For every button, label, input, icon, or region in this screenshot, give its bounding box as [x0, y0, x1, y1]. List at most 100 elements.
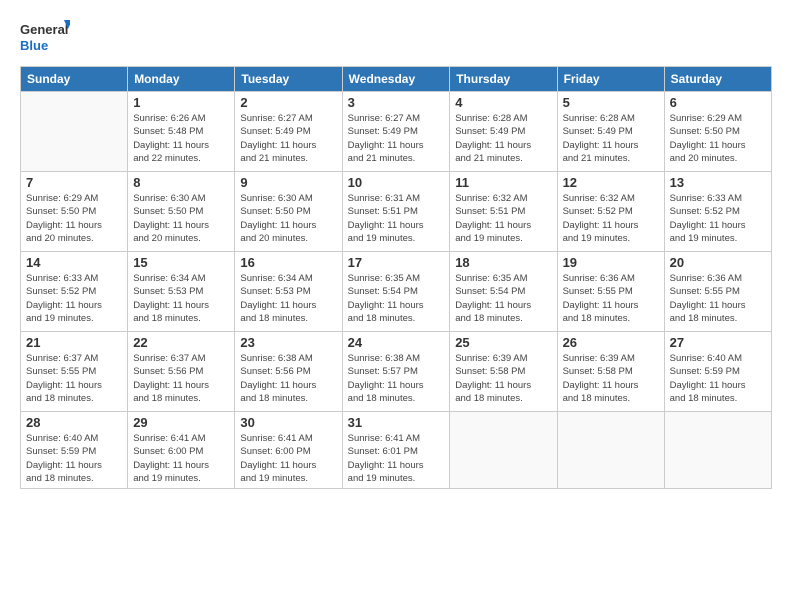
day-number: 29: [133, 415, 229, 430]
calendar-cell: 12 Sunrise: 6:32 AMSunset: 5:52 PMDayligh…: [557, 172, 664, 252]
day-info: Sunrise: 6:28 AMSunset: 5:49 PMDaylight:…: [455, 112, 551, 165]
calendar-cell: 17 Sunrise: 6:35 AMSunset: 5:54 PMDayligh…: [342, 252, 450, 332]
calendar-cell: 31 Sunrise: 6:41 AMSunset: 6:01 PMDayligh…: [342, 412, 450, 489]
day-info: Sunrise: 6:40 AMSunset: 5:59 PMDaylight:…: [26, 432, 122, 485]
day-info: Sunrise: 6:37 AMSunset: 5:56 PMDaylight:…: [133, 352, 229, 405]
calendar-cell: 2Sunrise: 6:27 AMSunset: 5:49 PMDaylight…: [235, 92, 342, 172]
logo-svg: General Blue: [20, 16, 70, 58]
day-number: 31: [348, 415, 445, 430]
day-number: 11: [455, 175, 551, 190]
day-info: Sunrise: 6:27 AMSunset: 5:49 PMDaylight:…: [348, 112, 445, 165]
day-info: Sunrise: 6:38 AMSunset: 5:56 PMDaylight:…: [240, 352, 336, 405]
day-info: Sunrise: 6:28 AMSunset: 5:49 PMDaylight:…: [563, 112, 659, 165]
calendar-cell: 29 Sunrise: 6:41 AMSunset: 6:00 PMDayligh…: [128, 412, 235, 489]
calendar-cell: 5 Sunrise: 6:28 AMSunset: 5:49 PMDaylight…: [557, 92, 664, 172]
calendar-cell: 8 Sunrise: 6:30 AMSunset: 5:50 PMDaylight…: [128, 172, 235, 252]
header-friday: Friday: [557, 67, 664, 92]
calendar-cell: 15 Sunrise: 6:34 AMSunset: 5:53 PMDayligh…: [128, 252, 235, 332]
day-number: 7: [26, 175, 122, 190]
svg-text:Blue: Blue: [20, 38, 48, 53]
day-info: Sunrise: 6:30 AMSunset: 5:50 PMDaylight:…: [133, 192, 229, 245]
day-number: 30: [240, 415, 336, 430]
day-info: Sunrise: 6:34 AMSunset: 5:53 PMDaylight:…: [133, 272, 229, 325]
day-info: Sunrise: 6:33 AMSunset: 5:52 PMDaylight:…: [670, 192, 766, 245]
week-row-1: 1Sunrise: 6:26 AMSunset: 5:48 PMDaylight…: [21, 92, 772, 172]
day-number: 16: [240, 255, 336, 270]
week-row-4: 21Sunrise: 6:37 AMSunset: 5:55 PMDayligh…: [21, 332, 772, 412]
calendar-cell: 30 Sunrise: 6:41 AMSunset: 6:00 PMDayligh…: [235, 412, 342, 489]
calendar-cell: 28 Sunrise: 6:40 AMSunset: 5:59 PMDayligh…: [21, 412, 128, 489]
header-sunday: Sunday: [21, 67, 128, 92]
calendar-cell: [664, 412, 771, 489]
calendar-cell: 23 Sunrise: 6:38 AMSunset: 5:56 PMDayligh…: [235, 332, 342, 412]
calendar-cell: [450, 412, 557, 489]
header-monday: Monday: [128, 67, 235, 92]
calendar-cell: 20Sunrise: 6:36 AMSunset: 5:55 PMDayligh…: [664, 252, 771, 332]
day-info: Sunrise: 6:41 AMSunset: 6:00 PMDaylight:…: [240, 432, 336, 485]
header-thursday: Thursday: [450, 67, 557, 92]
day-number: 22: [133, 335, 229, 350]
day-number: 9: [240, 175, 336, 190]
day-number: 28: [26, 415, 122, 430]
calendar-cell: 24Sunrise: 6:38 AMSunset: 5:57 PMDayligh…: [342, 332, 450, 412]
logo: General Blue: [20, 16, 70, 58]
calendar-cell: 4Sunrise: 6:28 AMSunset: 5:49 PMDaylight…: [450, 92, 557, 172]
day-number: 8: [133, 175, 229, 190]
day-number: 26: [563, 335, 659, 350]
calendar-header-row: SundayMondayTuesdayWednesdayThursdayFrid…: [21, 67, 772, 92]
day-info: Sunrise: 6:32 AMSunset: 5:52 PMDaylight:…: [563, 192, 659, 245]
day-number: 3: [348, 95, 445, 110]
calendar-cell: 21Sunrise: 6:37 AMSunset: 5:55 PMDayligh…: [21, 332, 128, 412]
calendar-cell: [557, 412, 664, 489]
day-info: Sunrise: 6:34 AMSunset: 5:53 PMDaylight:…: [240, 272, 336, 325]
calendar-cell: 3 Sunrise: 6:27 AMSunset: 5:49 PMDaylight…: [342, 92, 450, 172]
day-number: 12: [563, 175, 659, 190]
day-number: 23: [240, 335, 336, 350]
calendar-cell: 1Sunrise: 6:26 AMSunset: 5:48 PMDaylight…: [128, 92, 235, 172]
day-info: Sunrise: 6:41 AMSunset: 6:01 PMDaylight:…: [348, 432, 445, 485]
header-tuesday: Tuesday: [235, 67, 342, 92]
day-number: 5: [563, 95, 659, 110]
day-number: 1: [133, 95, 229, 110]
day-number: 17: [348, 255, 445, 270]
day-info: Sunrise: 6:39 AMSunset: 5:58 PMDaylight:…: [563, 352, 659, 405]
day-info: Sunrise: 6:30 AMSunset: 5:50 PMDaylight:…: [240, 192, 336, 245]
day-info: Sunrise: 6:29 AMSunset: 5:50 PMDaylight:…: [670, 112, 766, 165]
calendar-cell: 22 Sunrise: 6:37 AMSunset: 5:56 PMDayligh…: [128, 332, 235, 412]
day-info: Sunrise: 6:27 AMSunset: 5:49 PMDaylight:…: [240, 112, 336, 165]
calendar-table: SundayMondayTuesdayWednesdayThursdayFrid…: [20, 66, 772, 489]
calendar-cell: 11Sunrise: 6:32 AMSunset: 5:51 PMDayligh…: [450, 172, 557, 252]
calendar-cell: 19Sunrise: 6:36 AMSunset: 5:55 PMDayligh…: [557, 252, 664, 332]
calendar-cell: 6 Sunrise: 6:29 AMSunset: 5:50 PMDaylight…: [664, 92, 771, 172]
day-info: Sunrise: 6:41 AMSunset: 6:00 PMDaylight:…: [133, 432, 229, 485]
day-number: 27: [670, 335, 766, 350]
calendar-cell: 9 Sunrise: 6:30 AMSunset: 5:50 PMDaylight…: [235, 172, 342, 252]
header-saturday: Saturday: [664, 67, 771, 92]
week-row-5: 28 Sunrise: 6:40 AMSunset: 5:59 PMDayligh…: [21, 412, 772, 489]
svg-text:General: General: [20, 22, 68, 37]
day-info: Sunrise: 6:35 AMSunset: 5:54 PMDaylight:…: [455, 272, 551, 325]
calendar-cell: 25Sunrise: 6:39 AMSunset: 5:58 PMDayligh…: [450, 332, 557, 412]
calendar-cell: 10 Sunrise: 6:31 AMSunset: 5:51 PMDayligh…: [342, 172, 450, 252]
day-number: 24: [348, 335, 445, 350]
day-info: Sunrise: 6:36 AMSunset: 5:55 PMDaylight:…: [670, 272, 766, 325]
calendar-cell: 13Sunrise: 6:33 AMSunset: 5:52 PMDayligh…: [664, 172, 771, 252]
calendar-cell: 27Sunrise: 6:40 AMSunset: 5:59 PMDayligh…: [664, 332, 771, 412]
day-number: 19: [563, 255, 659, 270]
calendar-cell: 7Sunrise: 6:29 AMSunset: 5:50 PMDaylight…: [21, 172, 128, 252]
calendar-cell: 26 Sunrise: 6:39 AMSunset: 5:58 PMDayligh…: [557, 332, 664, 412]
day-number: 10: [348, 175, 445, 190]
week-row-3: 14Sunrise: 6:33 AMSunset: 5:52 PMDayligh…: [21, 252, 772, 332]
calendar-cell: 16 Sunrise: 6:34 AMSunset: 5:53 PMDayligh…: [235, 252, 342, 332]
day-number: 14: [26, 255, 122, 270]
week-row-2: 7Sunrise: 6:29 AMSunset: 5:50 PMDaylight…: [21, 172, 772, 252]
day-number: 15: [133, 255, 229, 270]
header: General Blue: [20, 16, 772, 58]
day-info: Sunrise: 6:35 AMSunset: 5:54 PMDaylight:…: [348, 272, 445, 325]
calendar-cell: [21, 92, 128, 172]
day-number: 21: [26, 335, 122, 350]
day-info: Sunrise: 6:31 AMSunset: 5:51 PMDaylight:…: [348, 192, 445, 245]
day-number: 6: [670, 95, 766, 110]
day-number: 25: [455, 335, 551, 350]
calendar-cell: 14Sunrise: 6:33 AMSunset: 5:52 PMDayligh…: [21, 252, 128, 332]
